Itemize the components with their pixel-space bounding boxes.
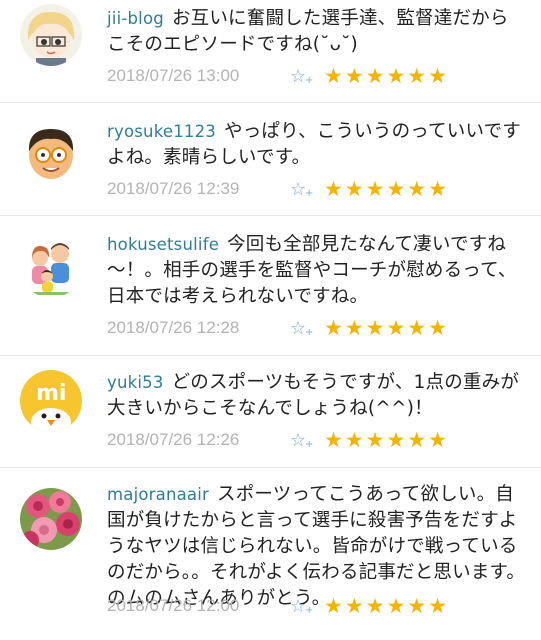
comment-item: majoranaair スポーツってこうあって欲しい。自国が負けたからと言って選手… — [0, 468, 541, 640]
add-star-icon[interactable]: ☆ + — [290, 430, 324, 451]
plus-icon: + — [305, 74, 314, 86]
star-rating[interactable]: ★★★★★★ — [324, 177, 449, 201]
comment-meta: 2018/07/26 12:39 ☆ + ★★★★★★ — [107, 177, 449, 201]
star-rating[interactable]: ★★★★★★ — [324, 428, 449, 452]
add-star-icon[interactable]: ☆ + — [290, 318, 324, 339]
comment-body: majoranaair スポーツってこうあって欲しい。自国が負けたからと言って選手… — [107, 482, 527, 612]
add-star-icon[interactable]: ☆ + — [290, 596, 324, 617]
comment-meta: 2018/07/26 12:28 ☆ + ★★★★★★ — [107, 316, 449, 340]
add-star-label: ☆ — [290, 178, 307, 200]
svg-text:mi: mi — [36, 381, 66, 406]
plus-icon: + — [305, 326, 314, 338]
avatar[interactable] — [20, 4, 82, 66]
comment-item: jii-blog お互いに奮闘した選手達、監督達だからこそのエピソードですね(˘ᴗ… — [0, 0, 541, 103]
avatar[interactable] — [20, 488, 82, 550]
username-link[interactable]: yuki53 — [107, 373, 164, 392]
comment-text: お互いに奮闘した選手達、監督達だからこそのエピソードですね(˘ᴗ˘) — [107, 8, 509, 55]
add-star-label: ☆ — [290, 429, 307, 451]
comment-meta: 2018/07/26 13:00 ☆ + ★★★★★★ — [107, 64, 449, 88]
plus-icon: + — [305, 604, 314, 616]
add-star-icon[interactable]: ☆ + — [290, 66, 324, 87]
comment-text-block: jii-blog お互いに奮闘した選手達、監督達だからこそのエピソードですね(˘ᴗ… — [107, 6, 527, 58]
username-link[interactable]: jii-blog — [107, 9, 164, 28]
plus-icon: + — [305, 438, 314, 450]
comment-meta: 2018/07/26 12:26 ☆ + ★★★★★★ — [107, 428, 449, 452]
timestamp[interactable]: 2018/07/26 12:00 — [107, 596, 290, 616]
comment-text-block: majoranaair スポーツってこうあって欲しい。自国が負けたからと言って選手… — [107, 482, 527, 612]
avatar[interactable] — [20, 121, 82, 183]
comment-text-block: hokusetsulife 今回も全部見たなんて凄いですね～！。相手の選手を監督や… — [107, 232, 527, 310]
avatar[interactable]: mi — [20, 370, 82, 432]
username-link[interactable]: hokusetsulife — [107, 235, 219, 254]
star-rating[interactable]: ★★★★★★ — [324, 594, 449, 618]
comment-item: hokusetsulife 今回も全部見たなんて凄いですね～！。相手の選手を監督や… — [0, 216, 541, 356]
timestamp[interactable]: 2018/07/26 12:28 — [107, 318, 290, 338]
add-star-label: ☆ — [290, 317, 307, 339]
timestamp[interactable]: 2018/07/26 12:39 — [107, 179, 290, 199]
star-rating[interactable]: ★★★★★★ — [324, 316, 449, 340]
username-link[interactable]: majoranaair — [107, 485, 209, 504]
comment-body: hokusetsulife 今回も全部見たなんて凄いですね～！。相手の選手を監督や… — [107, 232, 527, 310]
comment-text-block: yuki53 どのスポーツもそうですが、1点の重みが大きいからこそなんでしょうね(… — [107, 370, 527, 422]
username-link[interactable]: ryosuke1123 — [107, 122, 216, 141]
comment-item: mi yuki53 どのスポーツもそうですが、1点の重みが大きいからこそなんでしょ… — [0, 356, 541, 468]
comment-text: どのスポーツもそうですが、1点の重みが大きいからこそなんでしょうね(^^)！ — [107, 372, 520, 419]
comment-item: ryosuke1123 やっぱり、こういうのっていいですよね。素晴らしいです。 2… — [0, 103, 541, 216]
avatar[interactable] — [20, 236, 82, 298]
add-star-label: ☆ — [290, 595, 307, 617]
comment-text-block: ryosuke1123 やっぱり、こういうのっていいですよね。素晴らしいです。 — [107, 119, 527, 171]
comment-body: yuki53 どのスポーツもそうですが、1点の重みが大きいからこそなんでしょうね(… — [107, 370, 527, 422]
timestamp[interactable]: 2018/07/26 13:00 — [107, 66, 290, 86]
plus-icon: + — [305, 187, 314, 199]
star-rating[interactable]: ★★★★★★ — [324, 64, 449, 88]
add-star-icon[interactable]: ☆ + — [290, 179, 324, 200]
comment-meta: 2018/07/26 12:00 ☆ + ★★★★★★ — [107, 594, 449, 618]
comment-body: ryosuke1123 やっぱり、こういうのっていいですよね。素晴らしいです。 — [107, 119, 527, 171]
add-star-label: ☆ — [290, 65, 307, 87]
comment-body: jii-blog お互いに奮闘した選手達、監督達だからこそのエピソードですね(˘ᴗ… — [107, 6, 527, 58]
timestamp[interactable]: 2018/07/26 12:26 — [107, 430, 290, 450]
